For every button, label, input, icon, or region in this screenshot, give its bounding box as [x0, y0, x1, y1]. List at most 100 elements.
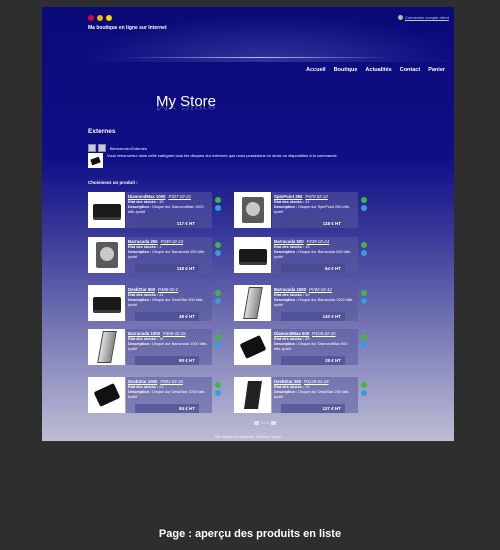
product-stock: Etat des stocks : 15 — [128, 337, 164, 341]
product-description: Description : Disque dur SpinPoint 250 t… — [274, 205, 351, 214]
view-details-icon[interactable] — [361, 242, 367, 248]
view-details-icon[interactable] — [361, 382, 367, 388]
add-to-cart-icon[interactable] — [361, 250, 367, 256]
nav-boutique[interactable]: Boutique — [334, 67, 358, 73]
add-to-cart-icon[interactable] — [215, 205, 221, 211]
breadcrumb-text[interactable]: Bienvenue>Externes — [110, 146, 147, 151]
product-description: Description : Disque dur DeskStar 1000 t… — [128, 390, 206, 399]
product-image[interactable] — [234, 237, 271, 273]
product-description: Description : Disque dur Barracuda 1000 … — [128, 342, 208, 351]
main-nav: Accueil Boutique Actualités Contact Pani… — [306, 67, 445, 73]
product-description: Description : Disque dur DeskStar 250 td… — [274, 390, 350, 399]
view-details-icon[interactable] — [215, 382, 221, 388]
product-stock: Etat des stocks : 30 — [274, 293, 310, 297]
category-description: Vous retrouverez dans cette catégorie to… — [107, 153, 338, 158]
nav-accueil[interactable]: Accueil — [306, 67, 326, 73]
product-image[interactable] — [88, 192, 125, 228]
product-image[interactable] — [88, 237, 125, 273]
login-link-label[interactable]: Connexion compte client — [405, 15, 449, 20]
product-name-link[interactable]: DeskStar 1000 P901-02-18 — [128, 379, 183, 384]
product-description: Description : Disque dur Barracuda 250 t… — [128, 250, 206, 259]
nav-actualites[interactable]: Actualités — [365, 67, 391, 73]
view-details-icon[interactable] — [361, 197, 367, 203]
next-page-icon[interactable] — [270, 420, 276, 425]
product-image[interactable] — [88, 285, 125, 321]
product-card: DeskStar 1000 P901-02-18 Etat des stocks … — [88, 377, 221, 416]
grid-view-icon[interactable] — [98, 144, 106, 152]
product-name-link[interactable]: Barracuda 500 P239-02-24 — [274, 239, 329, 244]
add-to-cart-icon[interactable] — [215, 390, 221, 396]
footer-text: Site réalisé sur Wsboutic - Wsshop Hopin… — [214, 435, 282, 439]
product-info: DiamondMax 1000 P327-02-21 Etat des stock… — [126, 192, 212, 228]
product-ref: P496-02-2 — [158, 287, 179, 292]
product-ref: P1149-02-19 — [304, 379, 329, 384]
product-image[interactable] — [234, 377, 271, 413]
product-image[interactable] — [88, 329, 125, 365]
product-ref: P369-02-25 — [163, 331, 186, 336]
product-ref: P901-02-18 — [160, 379, 183, 384]
product-image[interactable] — [88, 377, 125, 413]
product-info: Barracuda 1000 PV02-02-12 Etat des stocks… — [272, 285, 358, 321]
add-to-cart-icon[interactable] — [361, 205, 367, 211]
product-info: SpinPoint 250 P470-02-22 Etat des stocks … — [272, 192, 358, 228]
flag-icon[interactable] — [88, 15, 94, 21]
product-name-link[interactable]: DeskStar 250 P1149-02-19 — [274, 379, 329, 384]
product-stock: Etat des stocks : 15 — [274, 245, 310, 249]
product-info: DeskStar 250 P1149-02-19 Etat des stocks … — [272, 377, 358, 413]
product-name-link[interactable]: SpinPoint 250 P470-02-22 — [274, 194, 328, 199]
product-card: DeskStar 250 P1149-02-19 Etat des stocks … — [234, 377, 367, 416]
choose-product-label: Choisissez un produit : — [88, 180, 138, 185]
view-details-icon[interactable] — [215, 242, 221, 248]
product-price: 118 € HT — [281, 219, 345, 228]
product-image[interactable] — [234, 192, 271, 228]
header-divider — [122, 57, 392, 58]
view-details-icon[interactable] — [361, 334, 367, 340]
product-name-link[interactable]: Barracuda 1000 PV02-02-12 — [274, 287, 332, 292]
product-stock: Etat des stocks : 41 — [274, 200, 310, 204]
add-to-cart-icon[interactable] — [215, 250, 221, 256]
add-to-cart-icon[interactable] — [215, 298, 221, 304]
product-card: SpinPoint 250 P470-02-22 Etat des stocks … — [234, 192, 367, 231]
nav-contact[interactable]: Contact — [400, 67, 420, 73]
add-to-cart-icon[interactable] — [215, 342, 221, 348]
view-details-icon[interactable] — [215, 290, 221, 296]
login-link[interactable]: Connexion compte client — [398, 15, 449, 20]
product-image[interactable] — [234, 285, 271, 321]
store-logo-reflection: My Store — [156, 104, 217, 111]
category-intro: Vous retrouverez dans cette catégorie to… — [88, 153, 350, 168]
product-card: DiamondMax 500 P1O5-02-20 Etat des stocks… — [234, 329, 367, 368]
product-ref: P1O5-02-20 — [312, 331, 336, 336]
prev-page-icon[interactable] — [254, 420, 259, 425]
category-thumbnail — [88, 153, 103, 168]
view-details-icon[interactable] — [361, 290, 367, 296]
product-stock: Etat des stocks : 19 — [274, 385, 310, 389]
site-tagline: Ma boutique en ligne sur Internet — [88, 25, 167, 31]
add-to-cart-icon[interactable] — [361, 390, 367, 396]
product-info: Barracuda 500 P239-02-24 Etat des stocks … — [272, 237, 358, 273]
product-price: 118 € HT — [135, 264, 199, 273]
flag-icon[interactable] — [106, 15, 112, 21]
view-details-icon[interactable] — [215, 334, 221, 340]
product-name-link[interactable]: DiamondMax 1000 P327-02-21 — [128, 194, 191, 199]
product-name-link[interactable]: DeskStar 500 P496-02-2 — [128, 287, 178, 292]
add-to-cart-icon[interactable] — [361, 342, 367, 348]
product-name-link[interactable]: Barracuda 1000 P369-02-25 — [128, 331, 185, 336]
page-indicator: 1 / 2 — [261, 420, 269, 425]
product-info: DeskStar 1000 P901-02-18 Etat des stocks … — [126, 377, 212, 413]
list-view-icon[interactable] — [88, 144, 96, 152]
product-stock: Etat des stocks : 41 — [128, 293, 164, 297]
product-price: 117 € HT — [135, 219, 199, 228]
add-to-cart-icon[interactable] — [361, 298, 367, 304]
nav-panier[interactable]: Panier — [428, 67, 445, 73]
product-card: DeskStar 500 P496-02-2 Etat des stocks : … — [88, 285, 221, 324]
product-image[interactable] — [234, 329, 271, 365]
product-name-link[interactable]: DiamondMax 500 P1O5-02-20 — [274, 331, 336, 336]
view-details-icon[interactable] — [215, 197, 221, 203]
product-name-link[interactable]: Barracuda 250 P349-02-23 — [128, 239, 183, 244]
product-ref: P327-02-21 — [168, 194, 191, 199]
product-card: Barracuda 500 P239-02-24 Etat des stocks … — [234, 237, 367, 276]
product-stock: Etat des stocks : 39 — [128, 200, 164, 204]
product-card: Barracuda 1000 PV02-02-12 Etat des stocks… — [234, 285, 367, 324]
flag-icon[interactable] — [97, 15, 103, 21]
product-ref: P470-02-22 — [305, 194, 328, 199]
